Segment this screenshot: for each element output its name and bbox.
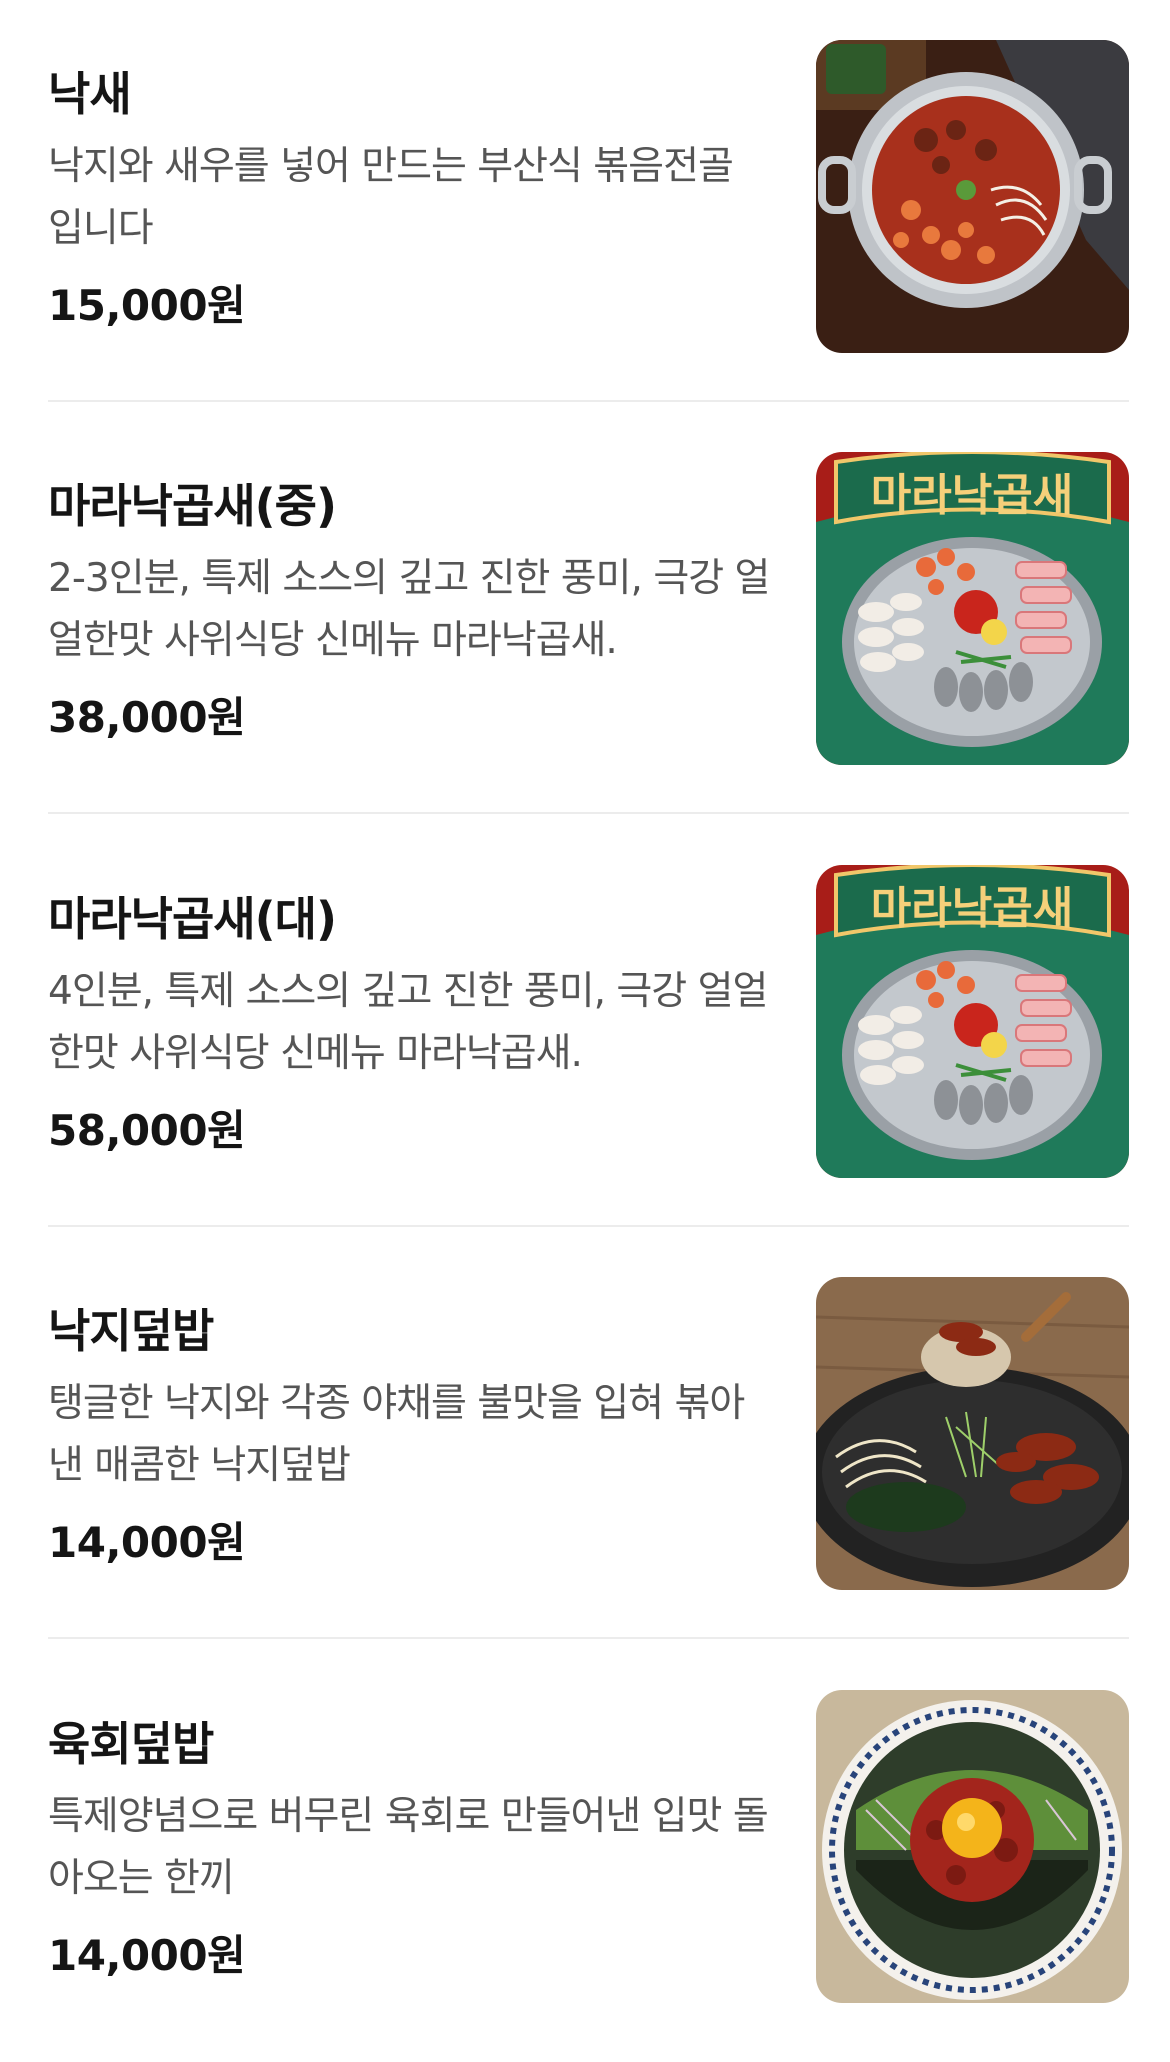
- menu-item-nakssae[interactable]: 낙새 낙지와 새우를 넣어 만드는 부산식 볶음전골 입니다 15,000원: [0, 0, 1170, 412]
- mala-poster-illustration: 마라낙곱새: [816, 452, 1129, 765]
- menu-item-price: 58,000원: [48, 1106, 246, 1155]
- octopus-rice-bowl-photo[interactable]: [816, 1277, 1129, 1590]
- menu-item-name: 낙지덮밥: [48, 1304, 214, 1358]
- menu-item-mala-nakgopsae-medium[interactable]: 마라낙곱새(중) 2-3인분, 특제 소스의 깊고 진한 풍미, 극강 얼얼한맛…: [0, 412, 1170, 824]
- divider: [48, 1225, 1129, 1227]
- yukhoe-rice-bowl-photo[interactable]: [816, 1690, 1129, 2003]
- mala-nakgopsae-poster-photo[interactable]: 마라낙곱새: [816, 865, 1129, 1178]
- menu-item-name: 낙새: [48, 67, 132, 121]
- divider: [48, 812, 1129, 814]
- menu-item-price: 15,000원: [48, 281, 246, 330]
- poster-title: 마라낙곱새: [871, 470, 1073, 521]
- yukhoe-bowl-illustration: [816, 1690, 1129, 2003]
- divider: [48, 1637, 1129, 1639]
- mala-poster-illustration: 마라낙곱새: [816, 865, 1129, 1178]
- menu-item-mala-nakgopsae-large[interactable]: 마라낙곱새(대) 4인분, 특제 소스의 깊고 진한 풍미, 극강 얼얼한맛 사…: [0, 825, 1170, 1237]
- divider: [48, 400, 1129, 402]
- menu-item-price: 14,000원: [48, 1518, 246, 1567]
- menu-item-description: 탱글한 낙지와 각종 야채를 불맛을 입혀 볶아낸 매콤한 낙지덮밥: [48, 1381, 745, 1488]
- poster-title: 마라낙곱새: [871, 883, 1073, 934]
- menu-item-description: 2-3인분, 특제 소스의 깊고 진한 풍미, 극강 얼얼한맛 사위식당 신메뉴…: [48, 556, 770, 663]
- menu-item-name: 육회덮밥: [48, 1717, 214, 1771]
- menu-item-price: 38,000원: [48, 693, 246, 742]
- nakssae-hotpot-photo[interactable]: [816, 40, 1129, 353]
- menu-item-price: 14,000원: [48, 1931, 246, 1980]
- menu-item-octopus-rice-bowl[interactable]: 낙지덮밥 탱글한 낙지와 각종 야채를 불맛을 입혀 볶아낸 매콤한 낙지덮밥 …: [0, 1237, 1170, 1649]
- menu-item-yukhoe-rice-bowl[interactable]: 육회덮밥 특제양념으로 버무린 육회로 만들어낸 입맛 돌아오는 한끼 14,0…: [0, 1650, 1170, 2062]
- mala-nakgopsae-poster-photo[interactable]: 마라낙곱새: [816, 452, 1129, 765]
- hotpot-illustration: [816, 40, 1129, 353]
- menu-item-description: 4인분, 특제 소스의 깊고 진한 풍미, 극강 얼얼한맛 사위식당 신메뉴 마…: [48, 969, 768, 1076]
- menu-item-name: 마라낙곱새(중): [48, 479, 337, 533]
- rice-bowl-illustration: [816, 1277, 1129, 1590]
- menu-item-name: 마라낙곱새(대): [48, 892, 337, 946]
- menu-item-description: 특제양념으로 버무린 육회로 만들어낸 입맛 돌아오는 한끼: [48, 1794, 769, 1901]
- menu-item-description: 낙지와 새우를 넣어 만드는 부산식 볶음전골 입니다: [48, 144, 734, 251]
